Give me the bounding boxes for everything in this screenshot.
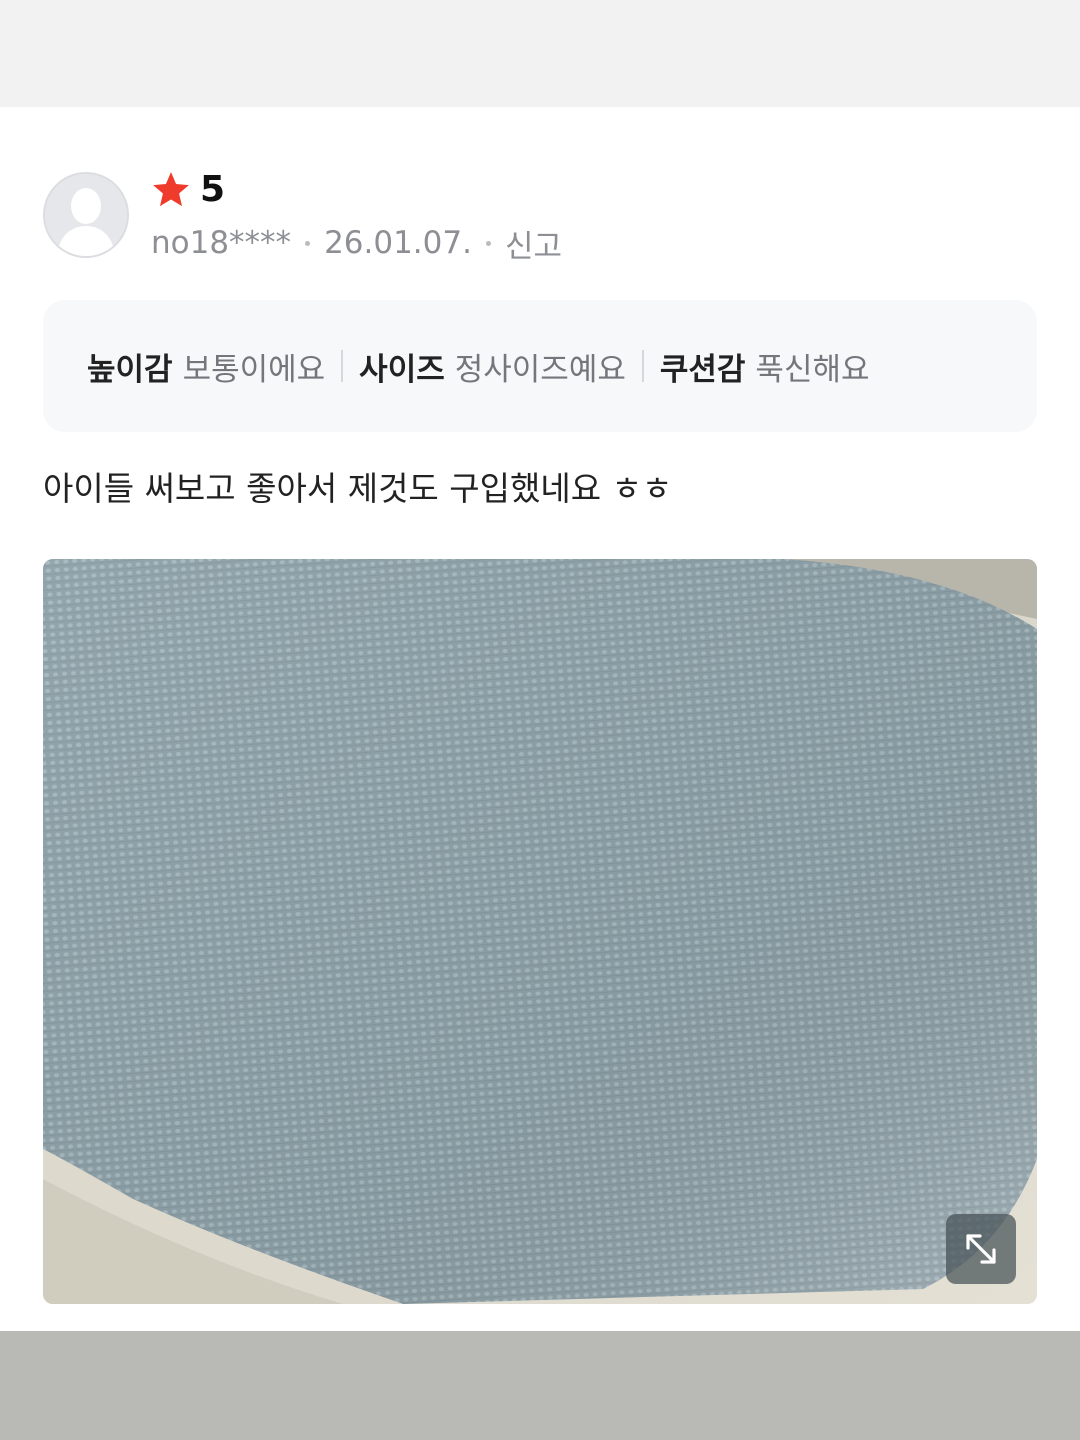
default-user-avatar-icon <box>45 174 127 256</box>
user-avatar <box>43 172 129 258</box>
star-icon <box>153 172 189 207</box>
user-id: no18**** <box>151 225 292 261</box>
meta-separator-dot <box>485 240 491 246</box>
report-link[interactable]: 신고 <box>505 221 562 266</box>
attribute-value-height: 보통이에요 <box>182 351 326 388</box>
review-date: 26.01.07. <box>324 225 472 261</box>
pillow-photo-image <box>43 559 1037 1304</box>
meta-separator-dot <box>305 240 311 246</box>
attribute-divider <box>641 350 644 382</box>
attribute-divider <box>341 350 344 382</box>
rating: 5 <box>150 168 225 212</box>
expand-photo-button[interactable] <box>946 1214 1016 1284</box>
top-background-band <box>0 0 1080 107</box>
attribute-value-cushion: 푹신해요 <box>755 351 870 388</box>
review-meta: no18**** 26.01.07. 신고 <box>151 221 562 266</box>
attribute-value-size: 정사이즈예요 <box>454 351 626 388</box>
bottom-background-band <box>0 1331 1080 1440</box>
attribute-key-height: 높이감 <box>87 351 173 388</box>
rating-score: 5 <box>200 169 226 210</box>
attribute-key-size: 사이즈 <box>359 351 445 388</box>
review-attributes-box: 높이감 보통이에요 사이즈 정사이즈예요 쿠션감 푹신해요 <box>43 300 1037 432</box>
review-text: 아이들 써보고 좋아서 제것도 구입했네요 ㅎㅎ <box>43 469 673 508</box>
review-photo[interactable] <box>43 559 1037 1304</box>
attribute-key-cushion: 쿠션감 <box>659 351 746 388</box>
expand-icon <box>966 1234 996 1264</box>
